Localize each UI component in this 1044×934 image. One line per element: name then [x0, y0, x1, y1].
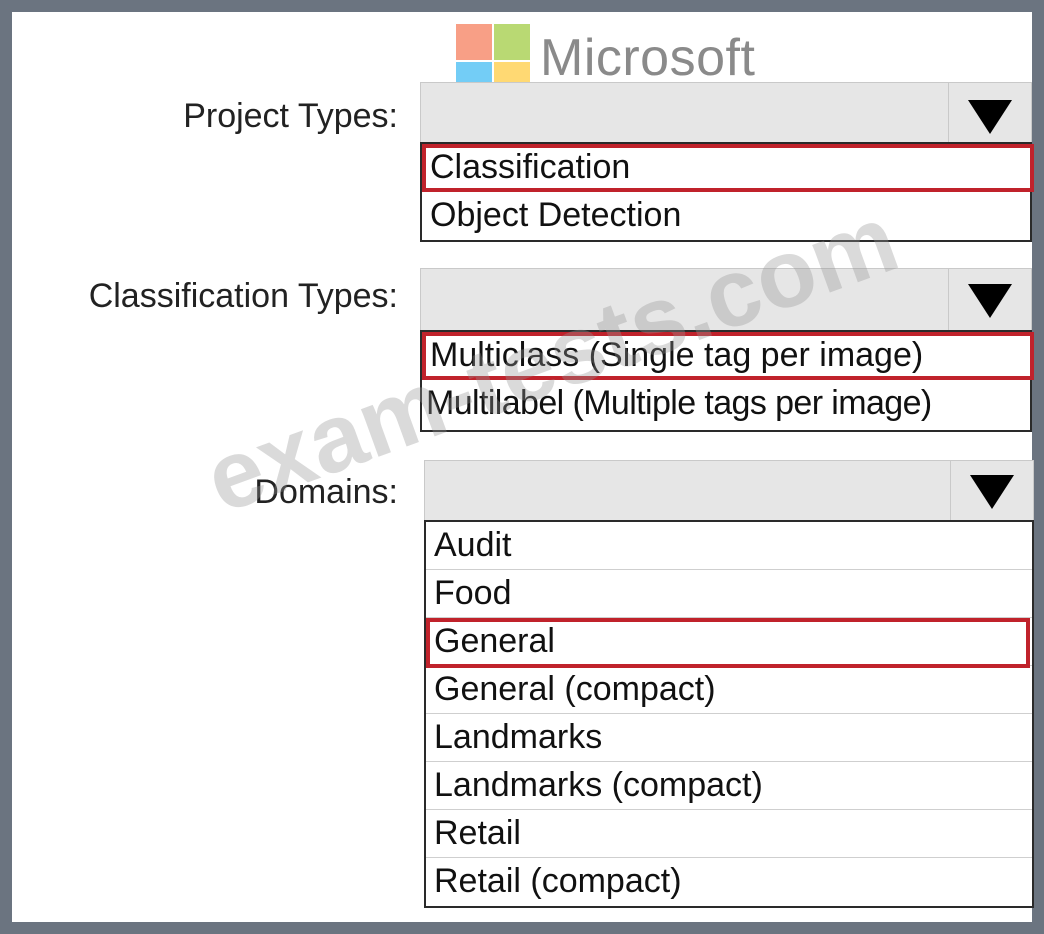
project-types-label: Project Types:: [183, 97, 398, 135]
option-landmarks-compact[interactable]: Landmarks (compact): [426, 762, 1032, 810]
project-types-options: Classification Object Detection: [420, 142, 1032, 242]
option-retail-compact[interactable]: Retail (compact): [426, 858, 1032, 906]
domains-options: Audit Food General General (compact) Lan…: [424, 520, 1034, 908]
option-food[interactable]: Food: [426, 570, 1032, 618]
option-general[interactable]: General: [426, 618, 1032, 666]
domains-select[interactable]: [424, 460, 1034, 524]
option-classification[interactable]: Classification: [422, 144, 1030, 192]
option-audit[interactable]: Audit: [426, 522, 1032, 570]
chevron-down-icon[interactable]: [948, 83, 1031, 151]
chevron-down-icon[interactable]: [948, 269, 1031, 333]
classification-types-label: Classification Types:: [88, 277, 398, 315]
microsoft-wordmark: Microsoft: [540, 29, 756, 87]
option-general-compact[interactable]: General (compact): [426, 666, 1032, 714]
chevron-down-icon[interactable]: [950, 461, 1033, 523]
window-frame: Microsoft Project Types: Classification …: [0, 0, 1044, 934]
option-retail[interactable]: Retail: [426, 810, 1032, 858]
option-object-detection[interactable]: Object Detection: [422, 192, 1030, 240]
option-landmarks[interactable]: Landmarks: [426, 714, 1032, 762]
